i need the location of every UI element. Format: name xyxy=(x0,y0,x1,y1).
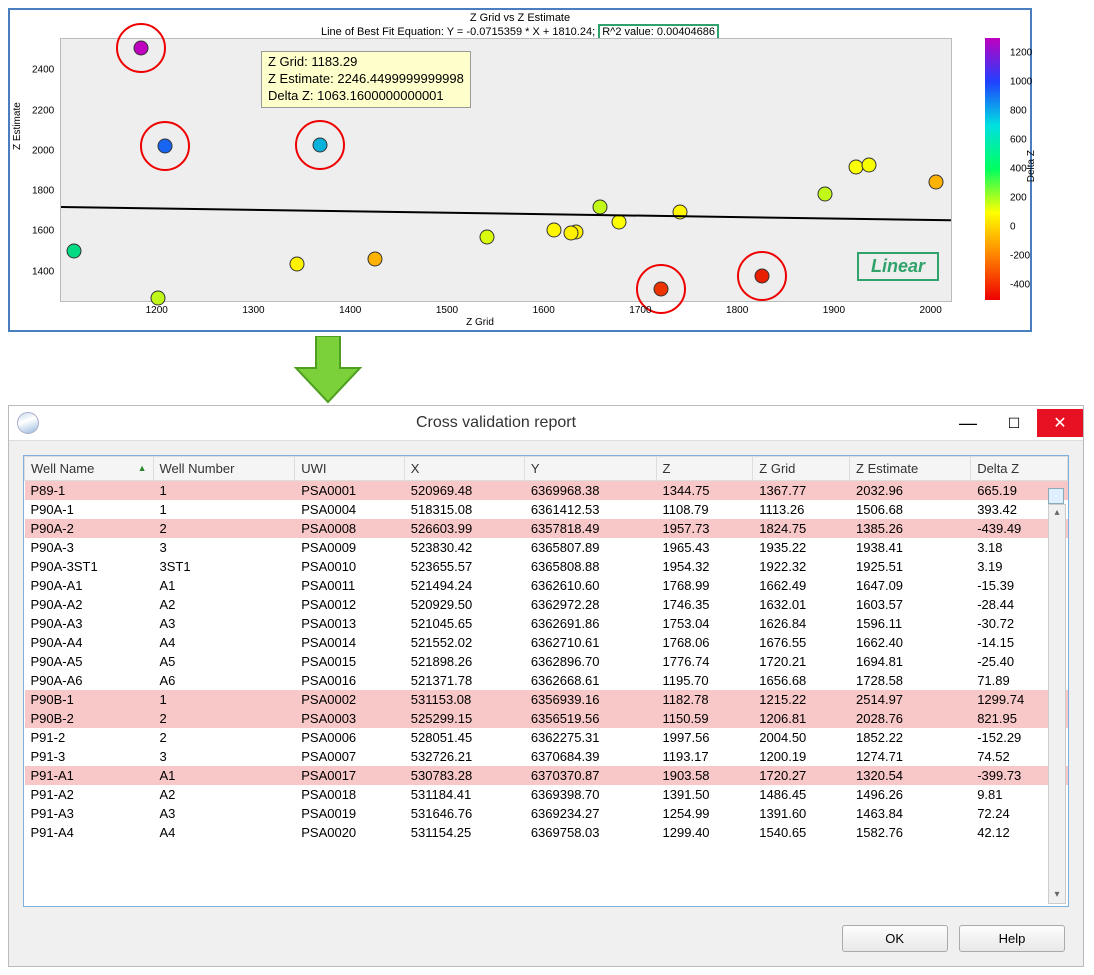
table-row[interactable]: P91-22PSA0006528051.456362275.311997.562… xyxy=(25,728,1068,747)
column-header[interactable]: Z Grid xyxy=(753,457,850,481)
colorbar-tick: 200 xyxy=(1010,193,1048,204)
point-tooltip: Z Grid: 1183.29 Z Estimate: 2246.4499999… xyxy=(261,51,471,108)
colorbar-tick: 1000 xyxy=(1010,76,1048,87)
linear-annotation: Linear xyxy=(857,252,939,281)
column-options-icon[interactable] xyxy=(1048,488,1064,504)
table-row[interactable]: P90A-A5A5PSA0015521898.266362896.701776.… xyxy=(25,652,1068,671)
report-table[interactable]: Well NameWell NumberUWIXYZZ GridZ Estima… xyxy=(24,456,1068,842)
data-point[interactable] xyxy=(563,226,578,241)
plot-area[interactable]: Z Grid: 1183.29 Z Estimate: 2246.4499999… xyxy=(60,38,952,302)
column-header[interactable]: Z xyxy=(656,457,753,481)
data-point[interactable] xyxy=(818,187,833,202)
ok-button[interactable]: OK xyxy=(842,925,948,952)
data-point[interactable] xyxy=(547,223,562,238)
table-row[interactable]: P91-A4A4PSA0020531154.256369758.031299.4… xyxy=(25,823,1068,842)
y-tick: 1600 xyxy=(32,226,54,237)
column-header[interactable]: Well Number xyxy=(153,457,295,481)
y-tick: 2000 xyxy=(32,145,54,156)
x-tick: 1400 xyxy=(339,305,361,316)
app-icon xyxy=(17,412,39,434)
table-row[interactable]: P90A-A3A3PSA0013521045.656362691.861753.… xyxy=(25,614,1068,633)
scatter-chart[interactable]: Z Grid vs Z Estimate Line of Best Fit Eq… xyxy=(8,8,1032,332)
report-window: Cross validation report — ☐ ✕ ▴ ▾ Well N… xyxy=(8,405,1084,967)
column-header[interactable]: Z Estimate xyxy=(850,457,971,481)
maximize-button[interactable]: ☐ xyxy=(991,409,1037,437)
table-row[interactable]: P90A-A1A1PSA0011521494.246362610.601768.… xyxy=(25,576,1068,595)
table-row[interactable]: P90A-33PSA0009523830.426365807.891965.43… xyxy=(25,538,1068,557)
table-row[interactable]: P91-A2A2PSA0018531184.416369398.701391.5… xyxy=(25,785,1068,804)
data-point[interactable] xyxy=(928,174,943,189)
table-row[interactable]: P91-A3A3PSA0019531646.766369234.271254.9… xyxy=(25,804,1068,823)
column-header[interactable]: X xyxy=(404,457,524,481)
vertical-scrollbar[interactable]: ▴ ▾ xyxy=(1048,504,1066,904)
minimize-button[interactable]: — xyxy=(945,409,991,437)
x-tick: 1900 xyxy=(823,305,845,316)
x-tick: 1500 xyxy=(436,305,458,316)
chart-title: Z Grid vs Z Estimate xyxy=(10,10,1030,24)
table-row[interactable]: P90A-3ST13ST1PSA0010523655.576365808.881… xyxy=(25,557,1068,576)
scroll-down-icon[interactable]: ▾ xyxy=(1049,887,1065,903)
report-table-container: ▴ ▾ Well NameWell NumberUWIXYZZ GridZ Es… xyxy=(23,455,1069,907)
table-row[interactable]: P90B-11PSA0002531153.086356939.161182.78… xyxy=(25,690,1068,709)
column-header[interactable]: Y xyxy=(524,457,656,481)
data-point[interactable] xyxy=(755,268,770,283)
data-point[interactable] xyxy=(861,157,876,172)
y-tick: 2400 xyxy=(32,65,54,76)
close-button[interactable]: ✕ xyxy=(1037,409,1083,437)
x-tick: 2000 xyxy=(920,305,942,316)
colorbar xyxy=(985,38,1000,300)
x-axis-label: Z Grid xyxy=(10,317,950,328)
data-point[interactable] xyxy=(612,215,627,230)
data-point[interactable] xyxy=(66,244,81,259)
table-row[interactable]: P90A-A4A4PSA0014521552.026362710.611768.… xyxy=(25,633,1068,652)
table-row[interactable]: P90A-11PSA0004518315.086361412.531108.79… xyxy=(25,500,1068,519)
fit-equation: Line of Best Fit Equation: Y = -0.071535… xyxy=(321,26,598,38)
colorbar-tick: 600 xyxy=(1010,134,1048,145)
table-row[interactable]: P90A-22PSA0008526603.996357818.491957.73… xyxy=(25,519,1068,538)
data-point[interactable] xyxy=(157,139,172,154)
colorbar-tick: 800 xyxy=(1010,105,1048,116)
data-point[interactable] xyxy=(313,138,328,153)
arrow-down-icon xyxy=(288,336,368,406)
x-tick: 1700 xyxy=(629,305,651,316)
x-tick: 1200 xyxy=(146,305,168,316)
x-tick: 1300 xyxy=(242,305,264,316)
colorbar-tick: -400 xyxy=(1010,280,1048,291)
window-title: Cross validation report xyxy=(47,414,945,432)
data-point[interactable] xyxy=(134,41,149,56)
x-tick: 1800 xyxy=(726,305,748,316)
table-row[interactable]: P91-A1A1PSA0017530783.286370370.871903.5… xyxy=(25,766,1068,785)
colorbar-tick: 1200 xyxy=(1010,47,1048,58)
help-button[interactable]: Help xyxy=(959,925,1065,952)
data-point[interactable] xyxy=(150,290,165,305)
y-tick: 1400 xyxy=(32,266,54,277)
data-point[interactable] xyxy=(479,229,494,244)
column-header[interactable]: Delta Z xyxy=(971,457,1068,481)
colorbar-tick: 0 xyxy=(1010,222,1048,233)
table-row[interactable]: P90A-A6A6PSA0016521371.786362668.611195.… xyxy=(25,671,1068,690)
y-tick: 1800 xyxy=(32,186,54,197)
y-tick: 2200 xyxy=(32,105,54,116)
colorbar-tick: 400 xyxy=(1010,164,1048,175)
data-point[interactable] xyxy=(290,256,305,271)
table-row[interactable]: P89-11PSA0001520969.486369968.381344.751… xyxy=(25,481,1068,501)
data-point[interactable] xyxy=(653,281,668,296)
trend-line xyxy=(61,206,951,221)
data-point[interactable] xyxy=(592,199,607,214)
y-axis-label: Z Estimate xyxy=(12,102,23,150)
column-header[interactable]: Well Name xyxy=(25,457,154,481)
scroll-up-icon[interactable]: ▴ xyxy=(1049,505,1065,521)
table-row[interactable]: P90B-22PSA0003525299.156356519.561150.59… xyxy=(25,709,1068,728)
titlebar[interactable]: Cross validation report — ☐ ✕ xyxy=(9,406,1083,441)
table-row[interactable]: P90A-A2A2PSA0012520929.506362972.281746.… xyxy=(25,595,1068,614)
table-row[interactable]: P91-33PSA0007532726.216370684.391193.171… xyxy=(25,747,1068,766)
column-header[interactable]: UWI xyxy=(295,457,405,481)
data-point[interactable] xyxy=(673,205,688,220)
colorbar-tick: -200 xyxy=(1010,251,1048,262)
data-point[interactable] xyxy=(368,251,383,266)
x-tick: 1600 xyxy=(533,305,555,316)
